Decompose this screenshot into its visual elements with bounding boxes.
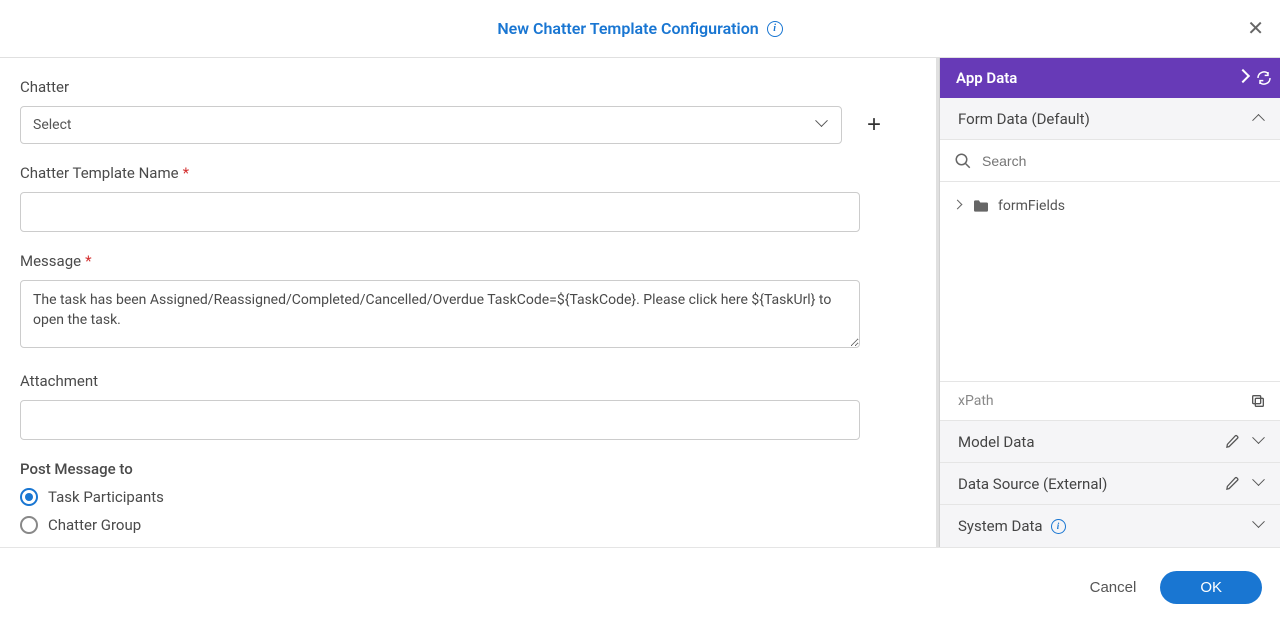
- folder-icon: [972, 199, 990, 213]
- required-icon: *: [85, 252, 91, 270]
- required-icon: *: [183, 164, 189, 182]
- ok-button[interactable]: OK: [1160, 571, 1262, 604]
- radio-task-participants[interactable]: Task Participants: [20, 488, 916, 506]
- chevron-down-icon: [1254, 436, 1266, 448]
- accordion-actions: [1225, 476, 1266, 491]
- tree-item-formfields[interactable]: formFields: [954, 196, 1266, 216]
- message-textarea[interactable]: [20, 280, 860, 348]
- add-chatter-button[interactable]: +: [860, 111, 888, 139]
- message-group: Message*: [20, 252, 916, 352]
- app-data-header: App Data: [940, 58, 1280, 98]
- cancel-button[interactable]: Cancel: [1090, 579, 1137, 596]
- app-data-panel: App Data Form Data (Default): [940, 58, 1280, 547]
- edit-icon[interactable]: [1225, 476, 1240, 491]
- radio-chatter-group[interactable]: Chatter Group: [20, 516, 916, 534]
- tree-area: formFields: [940, 182, 1280, 381]
- chatter-select-row: Select +: [20, 106, 916, 144]
- system-data-label: System Data: [958, 517, 1043, 535]
- main-area: Chatter Select + Chatter Template Name* …: [0, 58, 1280, 547]
- dialog-title: New Chatter Template Configuration: [497, 19, 758, 38]
- chevron-down-icon: [817, 119, 829, 131]
- info-icon[interactable]: i: [1051, 519, 1066, 534]
- copy-icon[interactable]: [1250, 393, 1266, 409]
- post-to-group: Post Message to Task Participants Chatte…: [20, 460, 916, 534]
- chatter-group: Chatter Select +: [20, 78, 916, 144]
- chevron-down-icon: [1254, 520, 1266, 532]
- radio-label: Chatter Group: [48, 516, 141, 534]
- radio-label: Task Participants: [48, 488, 164, 506]
- chevron-right-icon: [954, 201, 964, 211]
- system-data-label-wrap: System Data i: [958, 517, 1066, 535]
- attachment-group: Attachment: [20, 372, 916, 440]
- attachment-label: Attachment: [20, 372, 916, 390]
- close-button[interactable]: ✕: [1247, 19, 1264, 39]
- app-data-header-icons: [1238, 70, 1272, 86]
- chevron-right-icon[interactable]: [1238, 71, 1252, 85]
- app-data-title: App Data: [956, 69, 1017, 87]
- message-label-text: Message: [20, 252, 81, 270]
- chatter-label: Chatter: [20, 78, 916, 96]
- post-to-radio-group: Task Participants Chatter Group: [20, 488, 916, 534]
- data-source-section[interactable]: Data Source (External): [940, 463, 1280, 505]
- xpath-label: xPath: [958, 393, 994, 409]
- data-source-label: Data Source (External): [958, 475, 1107, 493]
- template-name-label: Chatter Template Name*: [20, 164, 916, 182]
- chatter-select[interactable]: Select: [20, 106, 842, 144]
- search-input[interactable]: [982, 153, 1266, 169]
- template-name-input[interactable]: [20, 192, 860, 232]
- dialog-footer: Cancel OK: [0, 547, 1280, 626]
- form-data-label: Form Data (Default): [958, 110, 1090, 128]
- info-icon[interactable]: i: [767, 21, 783, 37]
- radio-icon: [20, 516, 38, 534]
- template-name-label-text: Chatter Template Name: [20, 164, 179, 182]
- radio-inner-icon: [25, 493, 33, 501]
- template-name-group: Chatter Template Name*: [20, 164, 916, 232]
- chatter-select-wrap: Select: [20, 106, 842, 144]
- chatter-select-value: Select: [33, 117, 71, 133]
- radio-icon: [20, 488, 38, 506]
- model-data-label: Model Data: [958, 433, 1035, 451]
- edit-icon[interactable]: [1225, 434, 1240, 449]
- accordion-actions: [1225, 434, 1266, 449]
- search-row: [940, 140, 1280, 182]
- chevron-up-icon: [1254, 113, 1266, 125]
- chevron-down-icon: [1254, 478, 1266, 490]
- message-label: Message*: [20, 252, 916, 270]
- search-icon: [954, 152, 972, 170]
- refresh-icon[interactable]: [1256, 70, 1272, 86]
- attachment-input[interactable]: [20, 400, 860, 440]
- system-data-section[interactable]: System Data i: [940, 505, 1280, 547]
- tree-label: formFields: [998, 198, 1065, 214]
- xpath-row: xPath: [940, 381, 1280, 421]
- form-data-section[interactable]: Form Data (Default): [940, 98, 1280, 140]
- dialog-title-wrap: New Chatter Template Configuration i: [497, 19, 782, 38]
- model-data-section[interactable]: Model Data: [940, 421, 1280, 463]
- dialog-header: New Chatter Template Configuration i ✕: [0, 0, 1280, 58]
- form-panel: Chatter Select + Chatter Template Name* …: [0, 58, 936, 547]
- post-to-label: Post Message to: [20, 460, 916, 478]
